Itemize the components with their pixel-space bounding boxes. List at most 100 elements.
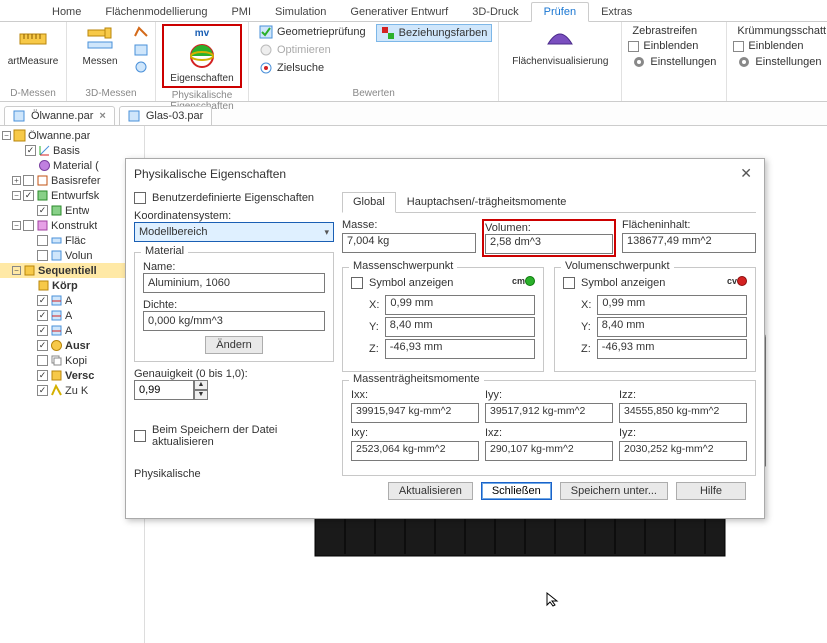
- gear-icon: [737, 55, 751, 69]
- tree-basis[interactable]: Basis: [0, 143, 144, 158]
- document-tabs: Ölwanne.par × Glas-03.par: [0, 102, 827, 126]
- optimieren-button[interactable]: Optimieren: [255, 42, 370, 58]
- tab-global[interactable]: Global: [342, 192, 396, 213]
- ixx-output: 39915,947 kg-mm^2: [351, 403, 479, 423]
- spin-down-icon[interactable]: ▼: [194, 390, 208, 400]
- flaechenvisualisierung-button[interactable]: Flächenvisualisierung: [505, 24, 615, 67]
- doc-tab-1[interactable]: Ölwanne.par ×: [4, 106, 115, 125]
- cov-z: -46,93 mm: [597, 339, 747, 359]
- einstellungen-button-2[interactable]: Einstellungen: [733, 54, 827, 70]
- save-as-button[interactable]: Speichern unter...: [560, 482, 668, 500]
- show-symbol-com[interactable]: Symbol anzeigen: [351, 277, 453, 289]
- smart-measure-button[interactable]: artMeasure: [6, 24, 60, 67]
- einblenden-check-1[interactable]: Einblenden: [628, 40, 720, 52]
- tree-zuk[interactable]: Zu K: [0, 383, 144, 398]
- gear-icon: [632, 55, 646, 69]
- update-on-save-checkbox[interactable]: Beim Speichern der Datei aktualisieren: [134, 424, 334, 448]
- optimieren-label: Optimieren: [277, 44, 331, 56]
- tree-material[interactable]: Material (: [0, 158, 144, 173]
- ribbon-tab-extras[interactable]: Extras: [589, 3, 644, 21]
- planes-icon: [36, 174, 49, 187]
- dialog-title: Physikalische Eigenschaften: [134, 167, 286, 181]
- tree-konstrukt[interactable]: − Konstrukt: [0, 218, 144, 233]
- ribbon-tab-check[interactable]: Prüfen: [531, 2, 589, 22]
- volume-highlight: Volumen: 2,58 dm^3: [482, 219, 616, 257]
- show-symbol-cov[interactable]: Symbol anzeigen: [563, 277, 665, 289]
- tree-root[interactable]: − Ölwanne.par: [0, 128, 144, 143]
- close-button[interactable]: Schließen: [481, 482, 552, 500]
- zielsuche-button[interactable]: Zielsuche: [255, 60, 370, 76]
- tree-ausr[interactable]: Ausr: [0, 338, 144, 353]
- ribbon-tab-surface[interactable]: Flächenmodellierung: [93, 3, 219, 21]
- beziehungsfarben-button[interactable]: Beziehungsfarben: [376, 24, 493, 42]
- tree-versc[interactable]: Versc: [0, 368, 144, 383]
- ribbon-tabs: Home Flächenmodellierung PMI Simulation …: [0, 0, 827, 22]
- mass-center-fieldset: Massenschwerpunkt Symbol anzeigen cm X:0…: [342, 267, 544, 372]
- tree-a[interactable]: A: [0, 293, 144, 308]
- ribbon-tab-simulation[interactable]: Simulation: [263, 3, 338, 21]
- beziehungsfarben-label: Beziehungsfarben: [399, 27, 488, 39]
- tree-entwurf[interactable]: − Entwurfsk: [0, 188, 144, 203]
- tree-flae[interactable]: Fläc: [0, 233, 144, 248]
- help-button[interactable]: Hilfe: [676, 482, 746, 500]
- geometriepruefung-button[interactable]: Geometrieprüfung: [255, 24, 370, 40]
- eigenschaften-label: Eigenschaften: [170, 73, 233, 84]
- density-input[interactable]: 0,000 kg/mm^3: [143, 311, 325, 331]
- material-fieldset: Material Name: Aluminium, 1060 Dichte: 0…: [134, 252, 334, 362]
- update-button[interactable]: Aktualisieren: [388, 482, 473, 500]
- iyz-output: 2030,252 kg-mm^2: [619, 441, 747, 461]
- optimize-icon: [259, 43, 273, 57]
- coord-system-dropdown[interactable]: Modellbereich ▾: [134, 222, 334, 242]
- accuracy-spinner[interactable]: ▲▼: [134, 380, 334, 400]
- doc-tab-2[interactable]: Glas-03.par: [119, 106, 212, 125]
- tree-basisref[interactable]: + Basisrefer: [0, 173, 144, 188]
- group-3dmessen-label: 3D-Messen: [73, 86, 149, 99]
- close-icon[interactable]: ×: [99, 110, 105, 122]
- tree-volun[interactable]: Volun: [0, 248, 144, 263]
- zebra-label: Zebrastreifen: [628, 24, 720, 38]
- change-material-button[interactable]: Ändern: [205, 336, 262, 354]
- update-on-save-label: Beim Speichern der Datei aktualisieren: [152, 424, 312, 448]
- material-name-input[interactable]: Aluminium, 1060: [143, 273, 325, 293]
- tab-axes[interactable]: Hauptachsen/-trägheitsmomente: [396, 192, 578, 212]
- measure-small-icon-3[interactable]: [133, 60, 149, 74]
- measure-small-icon-2[interactable]: [133, 43, 149, 57]
- ribbon-tab-gen[interactable]: Generativer Entwurf: [338, 3, 460, 21]
- ribbon-tab-pmi[interactable]: PMI: [219, 3, 263, 21]
- volume-center-fieldset: Volumenschwerpunkt Symbol anzeigen cv X:…: [554, 267, 756, 372]
- com-y: 8,40 mm: [385, 317, 535, 337]
- caliper-icon: [85, 24, 115, 54]
- tree-koerp[interactable]: Körp: [0, 278, 144, 293]
- zielsuche-label: Zielsuche: [277, 62, 324, 74]
- ribbon-tab-3dprint[interactable]: 3D-Druck: [460, 3, 530, 21]
- tree-entw-sub[interactable]: Entw: [0, 203, 144, 218]
- moments-fieldset: Massenträgheitsmomente Ixx:39915,947 kg-…: [342, 380, 756, 476]
- accuracy-input[interactable]: [134, 380, 194, 400]
- kruemmung-label: Krümmungsschatt: [733, 24, 827, 38]
- cursor-icon: [545, 591, 561, 607]
- group-bewerten-label: Bewerten: [255, 86, 492, 99]
- izz-output: 34555,850 kg-mm^2: [619, 403, 747, 423]
- ribbon-tab-home[interactable]: Home: [40, 3, 93, 21]
- tree-sequentiell[interactable]: − Sequentiell: [0, 263, 144, 278]
- eigenschaften-button[interactable]: mv Eigenschaften: [162, 24, 242, 88]
- close-icon[interactable]: ✕: [736, 165, 756, 182]
- einstellungen-button-1[interactable]: Einstellungen: [628, 54, 720, 70]
- target-icon: [259, 61, 273, 75]
- tree-a3[interactable]: A: [0, 323, 144, 338]
- feature-tree[interactable]: − Ölwanne.par Basis Material ( + Basisre…: [0, 126, 145, 643]
- part-icon: [13, 129, 26, 142]
- measure-small-icon-1[interactable]: [133, 26, 149, 40]
- volume-label: Volumen:: [485, 222, 531, 234]
- cov-x: 0,99 mm: [597, 295, 747, 315]
- user-props-label: Benutzerdefinierte Eigenschaften: [152, 192, 314, 204]
- construct-icon: [36, 219, 49, 232]
- einblenden-check-2[interactable]: Einblenden: [733, 40, 827, 52]
- cov-y: 8,40 mm: [597, 317, 747, 337]
- com-x: 0,99 mm: [385, 295, 535, 315]
- spin-up-icon[interactable]: ▲: [194, 380, 208, 390]
- tree-a2[interactable]: A: [0, 308, 144, 323]
- messen-button[interactable]: Messen: [73, 24, 127, 67]
- tree-kopi[interactable]: Kopi: [0, 353, 144, 368]
- user-props-checkbox[interactable]: Benutzerdefinierte Eigenschaften: [134, 192, 334, 204]
